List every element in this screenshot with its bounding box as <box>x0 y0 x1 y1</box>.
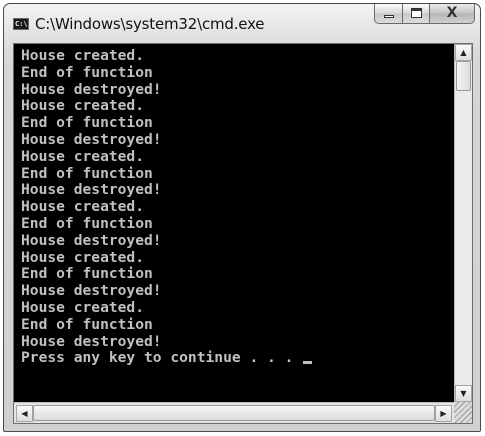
console-line: House destroyed! <box>21 80 162 98</box>
console-frame: House created. End of function House destr… <box>13 43 473 424</box>
resize-grip[interactable] <box>454 402 472 423</box>
console-line: House created. <box>21 298 145 316</box>
console-output[interactable]: House created. End of function House destr… <box>14 44 454 402</box>
minimize-button[interactable] <box>374 4 403 24</box>
maximize-icon <box>411 8 422 18</box>
console-line: House created. <box>21 147 145 165</box>
cmd-console-icon[interactable]: C:\. <box>13 18 32 30</box>
title-bar[interactable]: C:\. C:\Windows\system32\cmd.exe X <box>4 4 480 42</box>
console-line: House created. <box>21 47 145 64</box>
console-line: Press any key to continue . . . <box>21 350 454 367</box>
console-line: House destroyed! <box>21 130 162 148</box>
console-line: House destroyed! <box>21 181 162 199</box>
close-icon: X <box>446 5 458 21</box>
scroll-right-button[interactable]: ▶ <box>435 405 452 422</box>
scroll-left-button[interactable]: ◀ <box>16 405 33 422</box>
console-line: End of function <box>21 114 153 132</box>
horizontal-scroll-thumb[interactable] <box>33 405 435 421</box>
horizontal-scrollbar[interactable]: ◀ ▶ <box>14 402 454 423</box>
text-cursor <box>303 361 313 365</box>
maximize-button[interactable] <box>403 4 430 24</box>
console-line: House created. <box>21 248 145 266</box>
minimize-icon <box>384 15 394 18</box>
console-line: End of function <box>21 164 153 182</box>
caption-buttons: X <box>374 4 475 24</box>
console-line: House created. <box>21 97 145 115</box>
console-line: End of function <box>21 315 153 333</box>
console-line: House created. <box>21 198 145 216</box>
console-line: House destroyed! <box>21 231 162 249</box>
scroll-down-button[interactable]: ▼ <box>455 385 472 402</box>
window-title: C:\Windows\system32\cmd.exe <box>35 15 265 33</box>
cmd-window: C:\. C:\Windows\system32\cmd.exe X House… <box>3 3 481 432</box>
console-line: House destroyed! <box>21 282 162 300</box>
close-button[interactable]: X <box>430 4 475 24</box>
console-line: End of function <box>21 214 153 232</box>
console-line: End of function <box>21 63 153 81</box>
vertical-scroll-thumb[interactable] <box>456 61 471 91</box>
console-line: End of function <box>21 265 153 283</box>
console-line: House destroyed! <box>21 332 162 350</box>
vertical-scrollbar[interactable]: ▲ ▼ <box>454 44 472 402</box>
scroll-up-button[interactable]: ▲ <box>455 44 472 61</box>
